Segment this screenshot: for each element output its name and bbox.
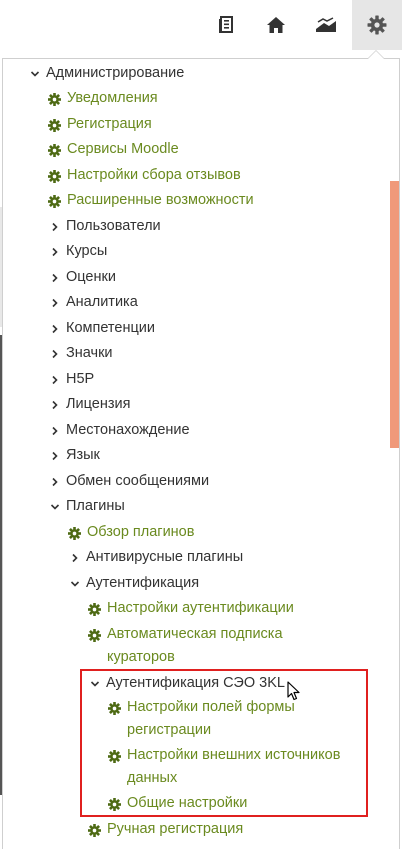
chart-icon[interactable] xyxy=(303,0,349,50)
chevron-down-icon xyxy=(70,572,86,597)
chevron-down-icon xyxy=(90,672,106,697)
top-navbar xyxy=(0,0,402,52)
dropdown-caret xyxy=(368,51,384,59)
menu-item-badges[interactable]: Значки xyxy=(50,342,113,367)
scrollbar-thumb[interactable] xyxy=(390,181,399,448)
menu-item-auth[interactable]: Аутентификация xyxy=(70,572,199,597)
chevron-right-icon xyxy=(50,291,66,316)
menu-item-courses[interactable]: Курсы xyxy=(50,240,107,265)
menu-item-manual-registration[interactable]: Ручная регистрация xyxy=(88,818,243,845)
cog-icon xyxy=(108,744,127,771)
menu-item-seo-auth[interactable]: Аутентификация СЭО 3KL xyxy=(90,672,285,697)
chevron-right-icon xyxy=(50,419,66,444)
menu-item-h5p[interactable]: H5P xyxy=(50,368,94,393)
menu-item-feedback-settings[interactable]: Настройки сбора отзывов xyxy=(48,164,241,191)
menu-item-admin[interactable]: Администрирование xyxy=(30,62,184,87)
menu-item-plugins[interactable]: Плагины xyxy=(50,495,125,520)
menu-item-antivirus[interactable]: Антивирусные плагины xyxy=(70,546,243,571)
menu-item-analytics[interactable]: Аналитика xyxy=(50,291,138,316)
chevron-right-icon xyxy=(50,317,66,342)
cog-icon xyxy=(48,87,67,114)
chevron-right-icon xyxy=(50,470,66,495)
chevron-right-icon xyxy=(50,342,66,367)
cog-icon xyxy=(48,189,67,216)
menu-item-grades[interactable]: Оценки xyxy=(50,266,116,291)
menu-item-form-fields[interactable]: Настройки полей формы регистрации xyxy=(108,696,313,742)
cog-icon xyxy=(48,113,67,140)
chevron-right-icon xyxy=(50,368,66,393)
menu-item-competencies[interactable]: Компетенции xyxy=(50,317,155,342)
chevron-right-icon xyxy=(50,215,66,240)
menu-item-language[interactable]: Язык xyxy=(50,444,100,469)
menu-item-messaging[interactable]: Обмен сообщениями xyxy=(50,470,209,495)
chevron-down-icon xyxy=(30,62,46,87)
cog-icon xyxy=(68,521,87,548)
mouse-cursor-icon xyxy=(287,681,301,706)
menu-item-registration[interactable]: Регистрация xyxy=(48,113,152,140)
cog-icon xyxy=(48,138,67,165)
cog-icon xyxy=(88,818,107,845)
chevron-right-icon xyxy=(50,266,66,291)
gear-icon[interactable] xyxy=(352,0,402,50)
chevron-right-icon xyxy=(50,240,66,265)
menu-item-general-settings[interactable]: Общие настройки xyxy=(108,792,247,819)
menu-item-advanced[interactable]: Расширенные возможности xyxy=(48,189,254,216)
cog-icon xyxy=(88,597,107,624)
menu-item-notifications[interactable]: Уведомления xyxy=(48,87,158,114)
menu-item-location[interactable]: Местонахождение xyxy=(50,419,190,444)
home-icon[interactable] xyxy=(253,0,299,50)
chevron-right-icon xyxy=(50,444,66,469)
menu-item-plugins-overview[interactable]: Обзор плагинов xyxy=(68,521,194,548)
menu-item-external-sources[interactable]: Настройки внешних источников данных xyxy=(108,744,363,790)
cog-icon xyxy=(108,696,127,723)
chevron-right-icon xyxy=(50,393,66,418)
chevron-down-icon xyxy=(50,495,66,520)
menu-item-license[interactable]: Лицензия xyxy=(50,393,130,418)
cog-icon xyxy=(88,623,107,650)
menu-item-auto-subscribe[interactable]: Автоматическая подписка кураторов xyxy=(88,623,308,669)
menu-item-moodle-services[interactable]: Сервисы Moodle xyxy=(48,138,179,165)
menu-item-users[interactable]: Пользователи xyxy=(50,215,161,240)
chevron-right-icon xyxy=(70,546,86,571)
menu-item-auth-settings[interactable]: Настройки аутентификации xyxy=(88,597,294,624)
notes-icon[interactable] xyxy=(204,0,250,50)
cog-icon xyxy=(108,792,127,819)
cog-icon xyxy=(48,164,67,191)
